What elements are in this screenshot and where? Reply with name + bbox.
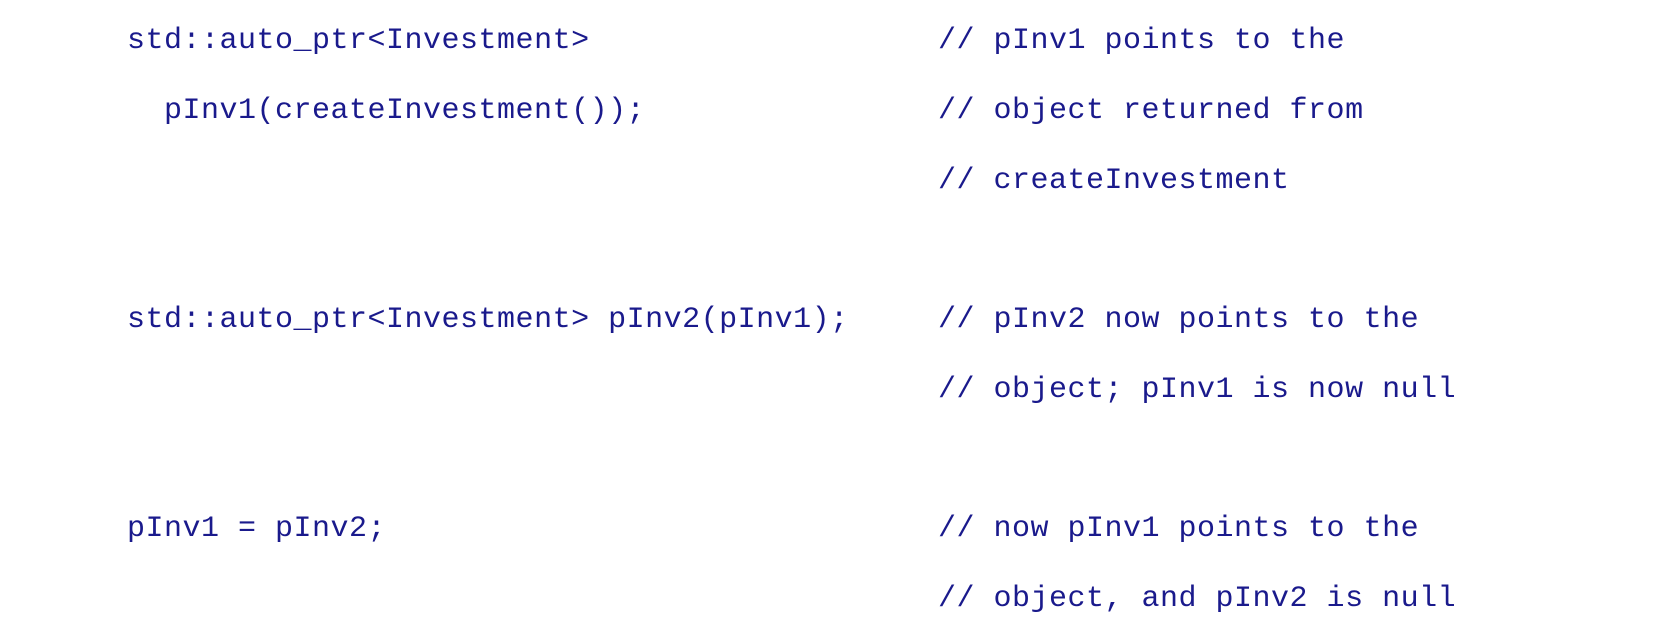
code-line-2: pInv1(createInvestment()); (164, 94, 646, 128)
comment-line-1: // pInv1 points to the (938, 24, 1346, 58)
comment-line-7: // object, and pInv2 is null (938, 582, 1457, 616)
comment-line-4: // pInv2 now points to the (938, 303, 1420, 337)
comment-line-5: // object; pInv1 is now null (938, 373, 1457, 407)
code-line-1: std::auto_ptr<Investment> (127, 24, 590, 58)
code-line-6: pInv1 = pInv2; (127, 512, 387, 546)
code-line-4: std::auto_ptr<Investment> pInv2(pInv1); (127, 303, 849, 337)
comment-line-6: // now pInv1 points to the (938, 512, 1420, 546)
comment-line-2: // object returned from (938, 94, 1364, 128)
code-listing: std::auto_ptr<Investment> // pInv1 point… (0, 0, 1664, 640)
comment-line-3: // createInvestment (938, 164, 1290, 198)
